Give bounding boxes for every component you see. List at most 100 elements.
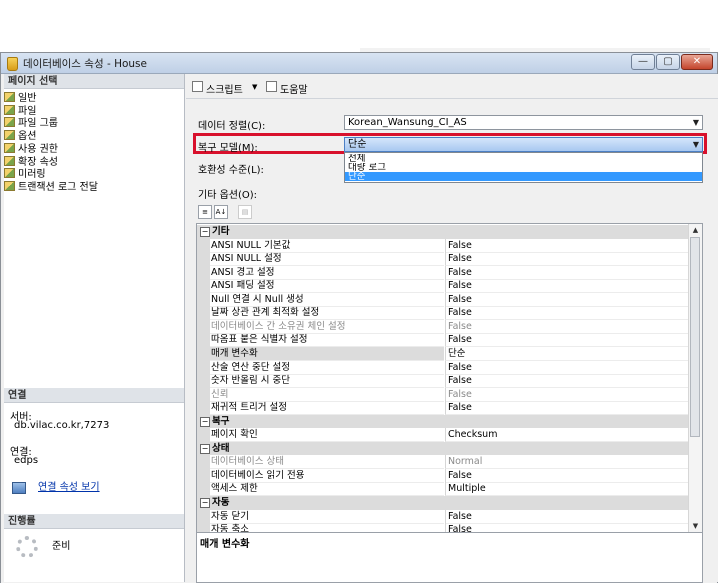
table-row[interactable]: 자동 축소 False bbox=[197, 523, 693, 532]
row-gutter bbox=[197, 265, 210, 280]
table-row[interactable]: 페이지 확인 Checksum bbox=[197, 428, 693, 443]
dropdown-option-simple[interactable]: 단순 bbox=[345, 172, 702, 181]
property-value[interactable]: False bbox=[445, 279, 693, 294]
category-label: 상태 bbox=[212, 442, 230, 454]
minimize-button[interactable]: — bbox=[631, 54, 655, 70]
property-value[interactable]: False bbox=[445, 523, 693, 532]
collation-select[interactable]: Korean_Wansung_CI_AS ▼ bbox=[344, 115, 703, 130]
page-item[interactable]: 옵션 bbox=[4, 130, 36, 142]
property-value[interactable]: 단순 bbox=[445, 346, 693, 361]
row-gutter bbox=[197, 374, 210, 389]
table-row[interactable]: 데이터베이스 간 소유권 체인 설정 False bbox=[197, 319, 693, 334]
collapse-icon[interactable]: − bbox=[200, 498, 210, 508]
grid-category[interactable]: − 기타 bbox=[197, 225, 690, 239]
collation-value: Korean_Wansung_CI_AS bbox=[348, 117, 467, 128]
property-value[interactable]: False bbox=[445, 319, 693, 334]
property-value[interactable]: Multiple bbox=[445, 482, 693, 497]
maximize-button[interactable]: ▢ bbox=[656, 54, 680, 70]
table-row[interactable]: 날짜 상관 관계 최적화 설정 False bbox=[197, 306, 693, 321]
page-item-label: 사용 권한 bbox=[18, 143, 58, 155]
property-value[interactable]: False bbox=[445, 401, 693, 416]
page-icon bbox=[4, 180, 15, 191]
alphabetical-sort-icon[interactable]: A↓ bbox=[214, 205, 228, 219]
page-item[interactable]: 확장 속성 bbox=[4, 155, 58, 168]
dropdown-option-full[interactable]: 전체 bbox=[345, 154, 702, 163]
property-name: 날짜 상관 관계 최적화 설정 bbox=[210, 306, 444, 321]
vertical-scrollbar[interactable]: ▲ ▼ bbox=[688, 224, 702, 532]
property-value[interactable]: Normal bbox=[445, 455, 693, 470]
row-gutter bbox=[197, 306, 210, 321]
property-value[interactable]: False bbox=[445, 292, 693, 307]
collapse-icon[interactable]: − bbox=[200, 416, 210, 427]
grid-category[interactable]: − 복구 bbox=[197, 414, 690, 429]
collapse-icon[interactable]: − bbox=[200, 227, 210, 237]
category-label: 자동 bbox=[212, 497, 230, 508]
property-value[interactable]: Checksum bbox=[445, 428, 693, 443]
page-item[interactable]: 미러링 bbox=[4, 168, 46, 180]
property-name: 숫자 반올림 시 중단 bbox=[210, 374, 444, 389]
script-button[interactable]: 스크립트 bbox=[206, 81, 243, 96]
toolbar: 스크립트 ▼ 도움말 bbox=[186, 74, 718, 99]
page-item[interactable]: 일반 bbox=[4, 92, 36, 104]
page-item[interactable]: 파일 bbox=[4, 104, 36, 117]
page-item[interactable]: 파일 그룹 bbox=[4, 117, 58, 129]
property-value[interactable]: False bbox=[445, 374, 693, 389]
collapse-icon[interactable]: − bbox=[200, 443, 210, 454]
property-value[interactable]: False bbox=[445, 265, 693, 280]
page-icon bbox=[4, 168, 15, 179]
row-gutter bbox=[197, 252, 210, 267]
grid-category[interactable]: − 자동 bbox=[197, 496, 690, 510]
title-bar[interactable]: 데이터베이스 속성 - House — ▢ ✕ bbox=[1, 53, 717, 74]
close-button[interactable]: ✕ bbox=[681, 54, 713, 70]
recovery-model-dropdown: 전체 대량 로그 단순 bbox=[344, 152, 703, 183]
property-pages-icon[interactable]: ▤ bbox=[238, 205, 252, 219]
other-options-label: 기타 옵션(O): bbox=[198, 190, 258, 201]
property-value[interactable]: False bbox=[445, 333, 693, 348]
grid-category[interactable]: − 상태 bbox=[197, 441, 690, 456]
property-value[interactable]: False bbox=[445, 468, 693, 483]
table-row[interactable]: 재귀적 트리거 설정 False bbox=[197, 401, 693, 416]
property-value[interactable]: False bbox=[445, 306, 693, 321]
table-row[interactable]: ANSI NULL 설정 False bbox=[197, 252, 693, 267]
property-value[interactable]: False bbox=[445, 387, 693, 402]
table-row[interactable]: 자동 닫기 False bbox=[197, 509, 693, 524]
help-button[interactable]: 도움말 bbox=[280, 81, 308, 96]
table-row[interactable]: 매개 변수화 단순 bbox=[197, 346, 693, 361]
table-row[interactable]: 산술 연산 중단 설정 False bbox=[197, 360, 693, 375]
categorized-icon[interactable]: ≡ bbox=[198, 205, 212, 219]
property-name: 따옴표 붙은 식별자 설정 bbox=[210, 333, 444, 348]
table-row[interactable]: 데이터베이스 상태 Normal bbox=[197, 455, 693, 470]
page-icon bbox=[4, 130, 15, 141]
table-row[interactable]: Null 연결 시 Null 생성 False bbox=[197, 292, 693, 307]
table-row[interactable]: 따옴표 붙은 식별자 설정 False bbox=[197, 333, 693, 348]
row-gutter bbox=[197, 387, 210, 402]
property-value[interactable]: False bbox=[445, 252, 693, 267]
row-gutter bbox=[197, 360, 210, 375]
table-row[interactable]: 데이터베이스 읽기 전용 False bbox=[197, 468, 693, 483]
recovery-model-select[interactable]: 단순 ▼ bbox=[344, 137, 703, 152]
property-name: ANSI NULL 기본값 bbox=[210, 239, 444, 253]
table-row[interactable]: 액세스 제한 Multiple bbox=[197, 482, 693, 497]
table-row[interactable]: ANSI NULL 기본값 False bbox=[197, 238, 693, 253]
connection-properties-link[interactable]: 연결 속성 보기 bbox=[38, 478, 100, 493]
description-pane: 매개 변수화 bbox=[196, 533, 703, 583]
script-dropdown-arrow-icon[interactable]: ▼ bbox=[252, 83, 257, 91]
property-name: 데이터베이스 읽기 전용 bbox=[210, 469, 444, 483]
table-row[interactable]: 신뢰 False bbox=[197, 387, 693, 402]
property-value[interactable]: False bbox=[445, 360, 693, 375]
property-value[interactable]: False bbox=[445, 509, 693, 524]
property-value[interactable]: False bbox=[445, 238, 693, 253]
scrollbar-thumb[interactable] bbox=[690, 237, 700, 437]
scroll-up-icon[interactable]: ▲ bbox=[689, 224, 702, 236]
table-row[interactable]: ANSI 패딩 설정 False bbox=[197, 279, 693, 294]
page-icon bbox=[4, 142, 15, 153]
recovery-model-value: 단순 bbox=[348, 139, 367, 150]
row-gutter bbox=[197, 428, 210, 443]
table-row[interactable]: 숫자 반올림 시 중단 False bbox=[197, 374, 693, 389]
description-title: 매개 변수화 bbox=[200, 539, 250, 550]
table-row[interactable]: ANSI 경고 설정 False bbox=[197, 265, 693, 280]
page-item[interactable]: 사용 권한 bbox=[4, 142, 58, 155]
scroll-down-icon[interactable]: ▼ bbox=[689, 520, 702, 532]
page-item[interactable]: 트랜잭션 로그 전달 bbox=[4, 180, 98, 193]
dropdown-option-bulk-logged[interactable]: 대량 로그 bbox=[345, 163, 702, 172]
